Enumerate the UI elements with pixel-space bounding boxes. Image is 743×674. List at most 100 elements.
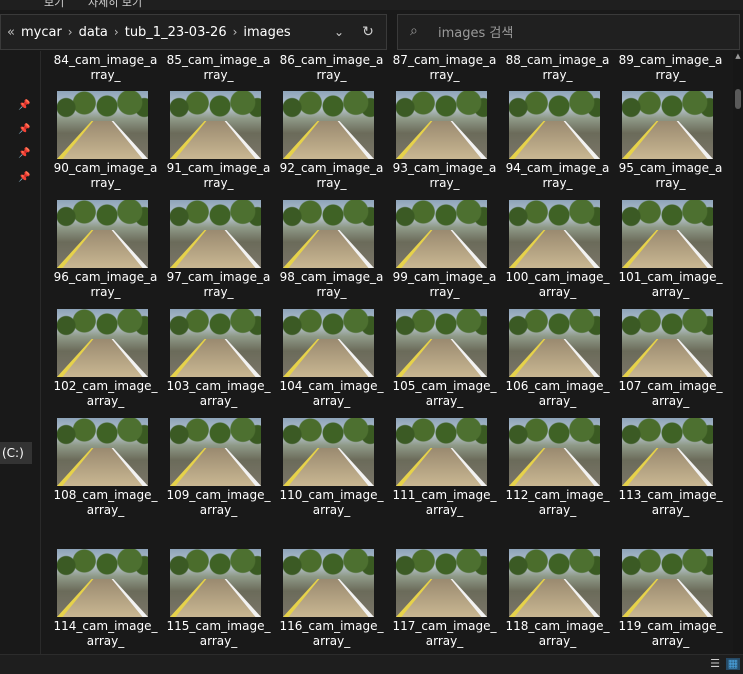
file-thumbnail[interactable] (396, 418, 487, 486)
nav-item-drive-c[interactable]: (C:) (0, 442, 32, 464)
file-thumbnail[interactable] (170, 418, 261, 486)
file-item[interactable]: 109_cam_image_ array_ (166, 488, 271, 518)
file-thumbnail[interactable] (283, 309, 374, 377)
file-thumbnail[interactable] (622, 91, 713, 159)
refresh-icon[interactable]: ↻ (359, 24, 377, 40)
file-item[interactable]: 118_cam_image_ array_ (505, 619, 610, 649)
breadcrumb-separator-icon[interactable]: › (114, 25, 119, 39)
breadcrumb-item-data[interactable]: data (79, 25, 108, 40)
file-thumbnail[interactable] (283, 418, 374, 486)
file-thumbnail[interactable] (283, 91, 374, 159)
file-item[interactable]: 107_cam_image_ array_ (618, 379, 723, 409)
file-name-line: 119_cam_image_ (618, 619, 723, 633)
file-thumbnail[interactable] (283, 549, 374, 617)
pin-icon[interactable]: 📌 (18, 172, 30, 184)
file-item[interactable]: 112_cam_image_ array_ (505, 488, 610, 518)
file-item[interactable]: 86_cam_image_a rray_ (279, 53, 384, 83)
file-item[interactable]: 90_cam_image_a rray_ (53, 161, 158, 191)
pin-icon[interactable]: 📌 (18, 148, 30, 160)
file-item[interactable]: 105_cam_image_ array_ (392, 379, 497, 409)
file-item[interactable]: 97_cam_image_a rray_ (166, 270, 271, 300)
file-thumbnail[interactable] (509, 418, 600, 486)
file-item[interactable]: 117_cam_image_ array_ (392, 619, 497, 649)
file-item[interactable]: 91_cam_image_a rray_ (166, 161, 271, 191)
file-item[interactable]: 101_cam_image_ array_ (618, 270, 723, 300)
file-item[interactable]: 87_cam_image_a rray_ (392, 53, 497, 83)
file-thumbnail[interactable] (622, 549, 713, 617)
file-name-line: array_ (651, 285, 690, 299)
file-item[interactable]: 108_cam_image_ array_ (53, 488, 158, 518)
file-item[interactable]: 103_cam_image_ array_ (166, 379, 271, 409)
file-name-line: 84_cam_image_a (53, 53, 158, 67)
file-item[interactable]: 93_cam_image_a rray_ (392, 161, 497, 191)
file-name-line: rray_ (429, 176, 460, 190)
file-item[interactable]: 95_cam_image_a rray_ (618, 161, 723, 191)
file-item[interactable]: 113_cam_image_ array_ (618, 488, 723, 518)
file-thumbnail[interactable] (396, 200, 487, 268)
file-item[interactable]: 88_cam_image_a rray_ (505, 53, 610, 83)
window-close-area[interactable] (708, 0, 743, 10)
file-thumbnail[interactable] (57, 418, 148, 486)
file-item[interactable]: 116_cam_image_ array_ (279, 619, 384, 649)
file-thumbnail[interactable] (396, 91, 487, 159)
breadcrumb-item-tub[interactable]: tub_1_23-03-26 (125, 25, 227, 40)
file-thumbnail[interactable] (396, 309, 487, 377)
pin-icon[interactable]: 📌 (18, 100, 30, 112)
file-thumbnail[interactable] (57, 200, 148, 268)
file-thumbnail[interactable] (509, 91, 600, 159)
file-item[interactable]: 96_cam_image_a rray_ (53, 270, 158, 300)
file-thumbnail[interactable] (170, 91, 261, 159)
file-item[interactable]: 85_cam_image_a rray_ (166, 53, 271, 83)
ribbon-tab-details[interactable]: 자세히 보기 (88, 0, 142, 10)
file-item[interactable]: 106_cam_image_ array_ (505, 379, 610, 409)
breadcrumb-item-mycar[interactable]: mycar (21, 25, 62, 40)
file-item[interactable]: 111_cam_image_ array_ (392, 488, 497, 518)
large-icons-view-icon[interactable]: ▦ (726, 658, 740, 670)
file-name-line: 101_cam_image_ (618, 270, 723, 284)
file-name-line: array_ (538, 285, 577, 299)
file-thumbnail[interactable] (170, 309, 261, 377)
file-thumbnail[interactable] (396, 549, 487, 617)
file-item[interactable]: 98_cam_image_a rray_ (279, 270, 384, 300)
file-thumbnail[interactable] (57, 91, 148, 159)
file-item[interactable]: 104_cam_image_ array_ (279, 379, 384, 409)
file-thumbnail[interactable] (622, 200, 713, 268)
ribbon-tab-view[interactable]: 보기 (44, 0, 64, 10)
search-box[interactable]: ⌕ (397, 14, 740, 50)
file-name-line: rray_ (655, 68, 686, 82)
address-bar[interactable]: « mycar › data › tub_1_23-03-26 › images… (0, 14, 387, 50)
breadcrumb-separator-icon[interactable]: › (68, 25, 73, 39)
scroll-up-icon[interactable]: ▲ (733, 51, 743, 61)
file-item[interactable]: 115_cam_image_ array_ (166, 619, 271, 649)
file-thumbnail[interactable] (170, 200, 261, 268)
file-thumbnail[interactable] (283, 200, 374, 268)
pin-icon[interactable]: 📌 (18, 124, 30, 136)
file-thumbnail[interactable] (57, 549, 148, 617)
file-thumbnail[interactable] (622, 309, 713, 377)
file-item[interactable]: 114_cam_image_ array_ (53, 619, 158, 649)
file-item[interactable]: 84_cam_image_a rray_ (53, 53, 158, 83)
file-item[interactable]: 102_cam_image_ array_ (53, 379, 158, 409)
search-input[interactable] (436, 21, 730, 45)
file-item[interactable]: 119_cam_image_ array_ (618, 619, 723, 649)
file-item[interactable]: 110_cam_image_ array_ (279, 488, 384, 518)
details-view-icon[interactable]: ☰ (708, 658, 722, 670)
file-item[interactable]: 92_cam_image_a rray_ (279, 161, 384, 191)
file-thumbnail[interactable] (509, 549, 600, 617)
file-item[interactable]: 89_cam_image_a rray_ (618, 53, 723, 83)
file-item[interactable]: 94_cam_image_a rray_ (505, 161, 610, 191)
file-item[interactable]: 100_cam_image_ array_ (505, 270, 610, 300)
file-thumbnail[interactable] (509, 200, 600, 268)
scrollbar-thumb[interactable] (735, 89, 741, 109)
file-thumbnail[interactable] (509, 309, 600, 377)
file-item[interactable]: 99_cam_image_a rray_ (392, 270, 497, 300)
breadcrumb-item-images[interactable]: images (243, 25, 290, 40)
file-name-line: 103_cam_image_ (166, 379, 271, 393)
chevron-down-icon[interactable]: ⌄ (331, 24, 347, 40)
file-thumbnail[interactable] (57, 309, 148, 377)
breadcrumb-overflow[interactable]: « (7, 25, 15, 40)
vertical-scrollbar[interactable]: ▲ (733, 51, 743, 654)
file-thumbnail[interactable] (622, 418, 713, 486)
file-thumbnail[interactable] (170, 549, 261, 617)
breadcrumb-separator-icon[interactable]: › (233, 25, 238, 39)
